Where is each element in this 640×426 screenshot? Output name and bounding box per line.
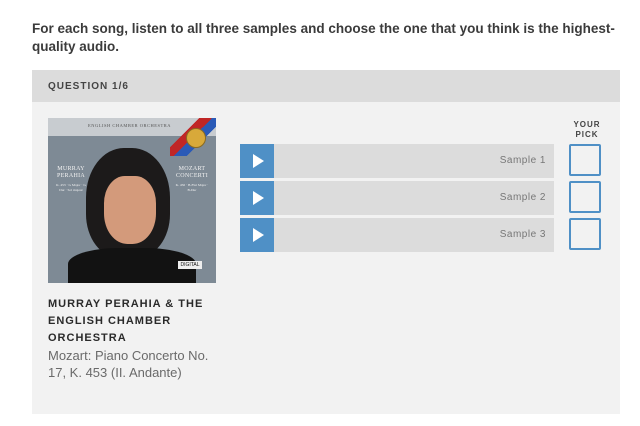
question-label: QUESTION 1/6	[48, 81, 129, 92]
pick-checkbox-sample-2[interactable]	[569, 181, 601, 213]
album-cover-portrait-face	[104, 176, 156, 244]
sample-row-2: Sample 2	[240, 181, 554, 215]
pick-checkbox-sample-1[interactable]	[569, 144, 601, 176]
album-cover-right-details: K. 456 · B-Flat Major · B-Dur	[175, 183, 209, 192]
your-pick-header: YOUR PICK	[573, 120, 601, 139]
sample-label: Sample 3	[499, 229, 546, 240]
album-cover-left-text: MURRAY PERAHIA K. 453 · G Major · G Dur …	[54, 166, 88, 193]
album-cover-portrait-body	[68, 248, 196, 283]
album-cover-left-details: K. 453 · G Major · G Dur · Sol majeur	[56, 183, 86, 192]
sample-label: Sample 1	[499, 155, 546, 166]
album-cover: ENGLISH CHAMBER ORCHESTRA MURRAY PERAHIA…	[48, 118, 216, 283]
sample-row-3: Sample 3	[240, 218, 554, 252]
question-header: QUESTION 1/6	[32, 70, 620, 102]
album-cover-banner-text: ENGLISH CHAMBER ORCHESTRA	[88, 123, 172, 128]
play-icon[interactable]	[240, 144, 274, 178]
track-artist: MURRAY PERAHIA & THE ENGLISH CHAMBER ORC…	[48, 298, 204, 344]
album-cover-work-name: MOZART CONCERTI	[175, 166, 209, 179]
label-logo-icon	[186, 128, 206, 148]
album-cover-right-text: MOZART CONCERTI K. 456 · B-Flat Major · …	[174, 166, 210, 193]
album-cover-artist-name: MURRAY PERAHIA	[56, 166, 86, 179]
compact-disc-logo: DIGITAL	[178, 261, 202, 269]
play-icon[interactable]	[240, 218, 274, 252]
pick-checkbox-sample-3[interactable]	[569, 218, 601, 250]
sample-row-1: Sample 1	[240, 144, 554, 178]
question-panel: QUESTION 1/6 ENGLISH CHAMBER ORCHESTRA M…	[32, 70, 620, 414]
track-title: Mozart: Piano Concerto No. 17, K. 453 (I…	[48, 348, 209, 380]
play-icon[interactable]	[240, 181, 274, 215]
sample-label: Sample 2	[499, 192, 546, 203]
instructions-text: For each song, listen to all three sampl…	[32, 21, 615, 54]
